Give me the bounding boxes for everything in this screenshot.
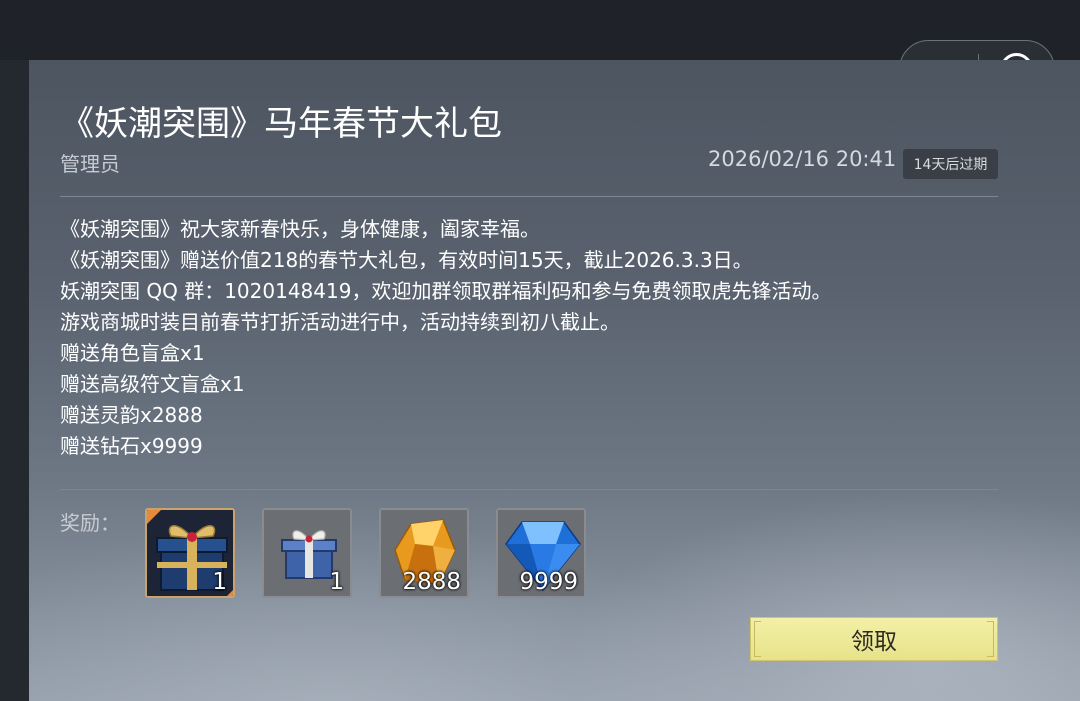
post-author: 管理员 xyxy=(60,152,120,176)
reward-slot-spirit-crystal[interactable]: 2888 xyxy=(379,508,469,598)
body-line: 《妖潮突围》赠送价值218的春节大礼包，有效时间15天，截止2026.3.3日。 xyxy=(60,248,753,272)
header-divider xyxy=(60,196,998,197)
expire-badge: 14天后过期 xyxy=(903,149,998,179)
rewards-label: 奖励： xyxy=(60,511,120,535)
post-title: 《妖潮突围》马年春节大礼包 xyxy=(60,104,502,144)
reward-count: 2888 xyxy=(402,569,461,595)
reward-count: 1 xyxy=(212,569,227,595)
reward-slot-rune-blind-box[interactable]: 1 xyxy=(262,508,352,598)
body-line: 赠送灵韵x2888 xyxy=(60,403,203,427)
reward-slot-character-blind-box[interactable]: 1 xyxy=(145,508,235,598)
rewards-divider xyxy=(60,489,998,490)
reward-count: 9999 xyxy=(519,569,578,595)
claim-button[interactable]: 领取 xyxy=(750,617,998,661)
body-line: 妖潮突围 QQ 群：1020148419，欢迎加群领取群福利码和参与免费领取虎先… xyxy=(60,279,832,303)
body-line: 游戏商城时装目前春节打折活动进行中，活动持续到初八截止。 xyxy=(60,310,620,334)
body-line: 赠送钻石x9999 xyxy=(60,434,203,458)
body-line: 《妖潮突围》祝大家新春快乐，身体健康，阖家幸福。 xyxy=(60,217,540,241)
body-line: 赠送角色盲盒x1 xyxy=(60,341,205,365)
post-body: 《妖潮突围》祝大家新春快乐，身体健康，阖家幸福。 《妖潮突围》赠送价值218的春… xyxy=(60,214,990,462)
post-date: 2026/02/16 20:41 xyxy=(708,147,897,171)
reward-count: 1 xyxy=(329,569,344,595)
body-line: 赠送高级符文盲盒x1 xyxy=(60,372,245,396)
reward-slot-diamond[interactable]: 9999 xyxy=(496,508,586,598)
